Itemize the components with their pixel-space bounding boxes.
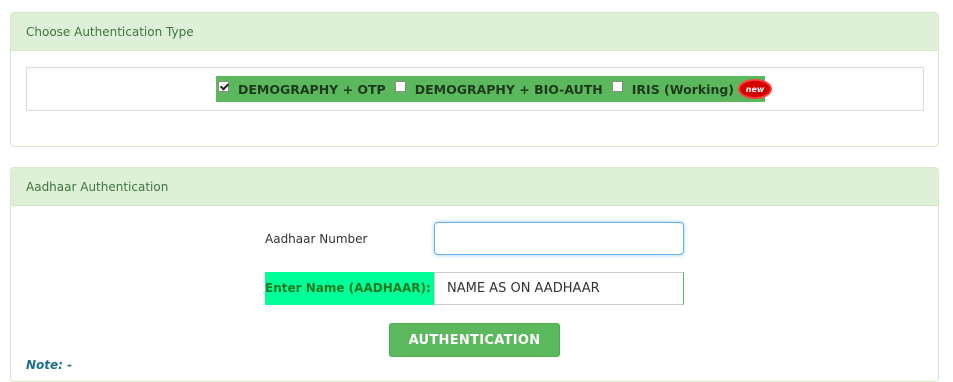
aadhaar-auth-panel: Aadhaar Authentication Aadhaar Number En…	[10, 167, 939, 382]
iris-label[interactable]: IRIS (Working)	[632, 82, 734, 97]
auth-type-box: DEMOGRAPHY + OTP DEMOGRAPHY + BIO-AUTH I…	[26, 67, 924, 111]
new-badge-icon: new	[740, 81, 771, 97]
demography-bioauth-label[interactable]: DEMOGRAPHY + BIO-AUTH	[415, 82, 603, 97]
demography-otp-checkbox[interactable]	[218, 80, 229, 92]
auth-options-bar: DEMOGRAPHY + OTP DEMOGRAPHY + BIO-AUTH I…	[216, 76, 771, 102]
iris-checkbox[interactable]	[611, 80, 623, 92]
auth-type-panel: Choose Authentication Type DEMOGRAPHY + …	[10, 12, 939, 147]
auth-type-heading: Choose Authentication Type	[11, 13, 938, 51]
note-label: Note: -	[26, 358, 73, 372]
demography-otp-label[interactable]: DEMOGRAPHY + OTP	[238, 82, 386, 97]
name-input[interactable]: NAME AS ON AADHAAR	[434, 272, 684, 305]
demography-bioauth-checkbox[interactable]	[394, 80, 406, 92]
aadhaar-number-label: Aadhaar Number	[265, 232, 368, 246]
aadhaar-auth-heading: Aadhaar Authentication	[11, 168, 938, 206]
name-label: Enter Name (AADHAAR):	[265, 272, 434, 305]
aadhaar-number-input[interactable]	[434, 222, 684, 255]
authentication-button[interactable]: AUTHENTICATION	[389, 323, 560, 357]
